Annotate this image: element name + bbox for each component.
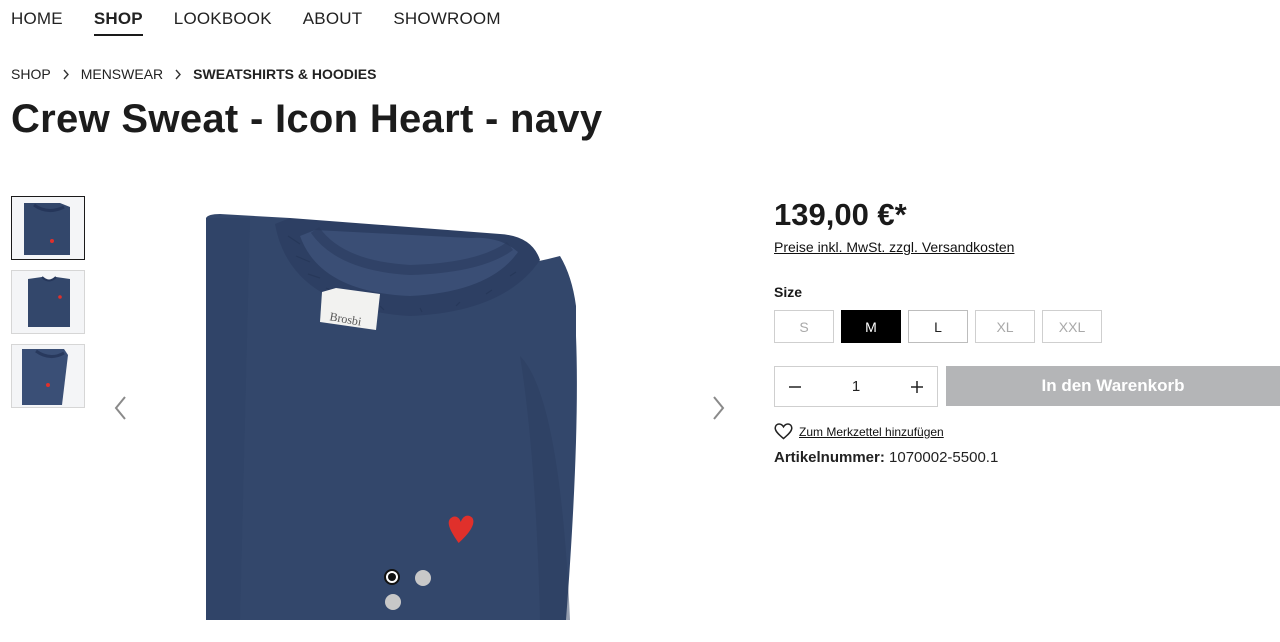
- product-title: Crew Sweat - Icon Heart - navy: [11, 97, 603, 141]
- carousel-dot-3[interactable]: [385, 594, 401, 610]
- thumbnail-2[interactable]: [11, 270, 85, 334]
- add-to-wishlist-link[interactable]: Zum Merkzettel hinzufügen: [774, 423, 944, 440]
- tax-shipping-link[interactable]: Preise inkl. MwSt. zzgl. Versandkosten: [774, 239, 1014, 255]
- thumbnail-1[interactable]: [11, 196, 85, 260]
- heart-outline-icon: [774, 423, 793, 440]
- nav-item-shop[interactable]: SHOP: [93, 9, 143, 36]
- product-price: 139,00 €*: [774, 197, 907, 232]
- size-option-s[interactable]: S: [774, 310, 834, 343]
- article-number-label: Artikelnummer:: [774, 449, 885, 466]
- nav-item-lookbook[interactable]: LOOKBOOK: [174, 9, 272, 36]
- chevron-left-icon: [114, 396, 126, 420]
- carousel-dot-1[interactable]: [384, 569, 400, 585]
- breadcrumb: SHOP MENSWEAR SWEATSHIRTS & HOODIES: [11, 66, 376, 82]
- decrease-quantity-button[interactable]: [775, 367, 815, 406]
- size-selector: S M L XL XXL: [774, 310, 1109, 343]
- nav-item-home[interactable]: HOME: [11, 9, 63, 36]
- minus-icon: [789, 385, 801, 388]
- wishlist-label[interactable]: Zum Merkzettel hinzufügen: [799, 425, 944, 439]
- carousel-dot-2[interactable]: [415, 570, 431, 586]
- nav-item-about[interactable]: ABOUT: [303, 9, 363, 36]
- size-option-m[interactable]: M: [841, 310, 901, 343]
- breadcrumb-shop[interactable]: SHOP: [11, 66, 51, 82]
- thumbnail-list: [11, 196, 85, 418]
- nav-item-showroom[interactable]: SHOWROOM: [393, 9, 500, 36]
- chevron-right-icon: [713, 396, 725, 420]
- carousel-next-button[interactable]: [708, 394, 728, 422]
- breadcrumb-sweatshirts-hoodies[interactable]: SWEATSHIRTS & HOODIES: [193, 66, 376, 82]
- product-image[interactable]: Brosbi: [140, 196, 700, 620]
- quantity-value[interactable]: 1: [852, 378, 860, 395]
- chevron-right-icon: [51, 69, 81, 80]
- size-label: Size: [774, 284, 803, 300]
- breadcrumb-menswear[interactable]: MENSWEAR: [81, 66, 163, 82]
- increase-quantity-button[interactable]: [897, 367, 937, 406]
- size-option-xxl[interactable]: XXL: [1042, 310, 1102, 343]
- plus-icon: [911, 380, 923, 393]
- quantity-stepper: 1: [774, 366, 938, 407]
- size-option-xl[interactable]: XL: [975, 310, 1035, 343]
- carousel-prev-button[interactable]: [111, 394, 131, 422]
- article-number: Artikelnummer: 1070002-5500.1: [774, 449, 998, 466]
- main-navigation: HOME SHOP LOOKBOOK ABOUT SHOWROOM: [11, 9, 532, 36]
- chevron-right-icon: [163, 69, 193, 80]
- size-option-l[interactable]: L: [908, 310, 968, 343]
- article-number-value: 1070002-5500.1: [889, 449, 999, 466]
- thumbnail-3[interactable]: [11, 344, 85, 408]
- add-to-cart-button[interactable]: In den Warenkorb: [946, 366, 1280, 406]
